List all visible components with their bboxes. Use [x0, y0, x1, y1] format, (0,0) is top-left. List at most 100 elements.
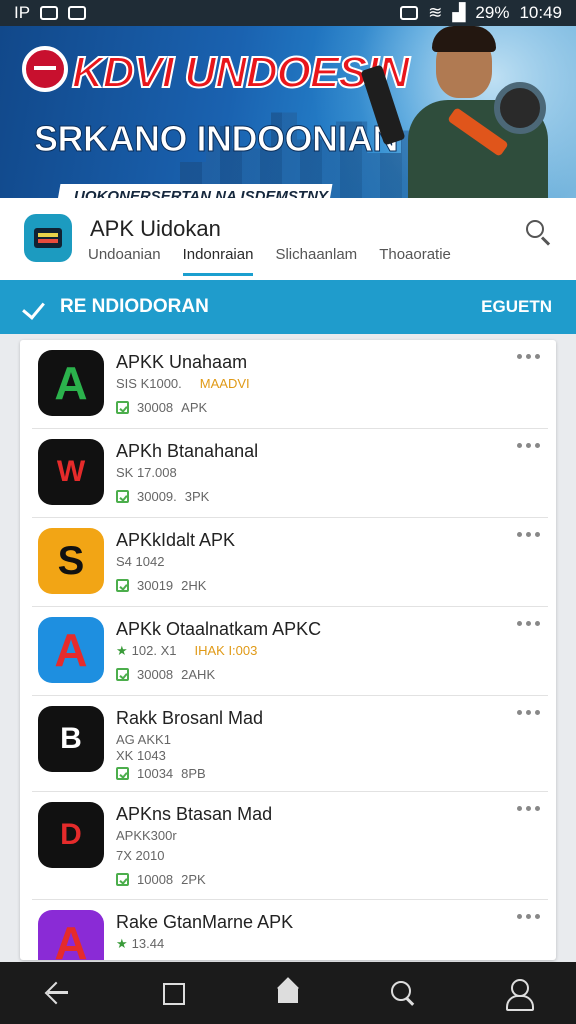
star-icon: ★ — [116, 643, 128, 658]
list-item[interactable]: A Rake GtanMarne APK ★ 13.44 — [32, 900, 548, 960]
app-meta: APKK300r — [116, 828, 177, 843]
download-count: 30008 — [137, 667, 174, 682]
download-icon — [116, 490, 129, 503]
section-action-button[interactable]: EGUETN — [481, 297, 552, 317]
section-header: RE NDIODORAN EGUETN — [0, 280, 576, 334]
home-icon[interactable] — [268, 973, 308, 1013]
download-count: 10034 — [137, 766, 174, 781]
app-tag: IHAK I:003 — [194, 643, 258, 658]
search-icon — [526, 220, 544, 238]
banner-strip-text: UOKONERSERTAN NA ISDEMSTNY — [74, 188, 328, 198]
recent-apps-icon[interactable] — [153, 973, 193, 1013]
user-icon[interactable] — [498, 973, 538, 1013]
app-meta-secondary: XK 1043 — [116, 748, 166, 763]
search-icon[interactable] — [383, 973, 423, 1013]
app-meta: AG AKK1 — [116, 732, 171, 747]
more-options-icon[interactable] — [517, 806, 540, 811]
status-bar: IP ≋ ▟ 29% 10:49 — [0, 0, 576, 26]
app-size: 2HK — [181, 578, 207, 593]
list-item[interactable]: B Rakk Brosanl Mad AG AKK1 XK 1043 10034… — [32, 696, 548, 792]
app-icon-glyph: S — [57, 538, 85, 583]
app-version: APKK300r — [116, 828, 177, 843]
more-options-icon[interactable] — [517, 532, 540, 537]
tab-indonraian[interactable]: Indonraian — [182, 246, 254, 276]
app-version: 102. X1 — [131, 643, 177, 658]
download-icon — [116, 579, 129, 592]
app-icon: B — [38, 706, 104, 772]
app-stats: 30019 2HK — [116, 578, 206, 593]
download-icon — [116, 767, 129, 780]
check-icon — [24, 296, 46, 318]
download-count: 30008 — [137, 400, 174, 415]
app-icon-glyph: A — [54, 624, 88, 676]
app-name: APKK Unahaam — [116, 352, 248, 372]
signal-icon: ▟ — [452, 3, 466, 22]
section-title: RE NDIODORAN — [60, 296, 209, 317]
promo-banner[interactable]: KDVI UNDOESIN SRKANO INDOONIAN UOKONERSE… — [0, 26, 576, 198]
app-meta: SIS K1000. MAADVI — [116, 376, 250, 391]
app-name: APKh Btanahanal — [116, 441, 259, 461]
clock: 10:49 — [519, 3, 562, 22]
app-stats: 10034 8PB — [116, 766, 206, 781]
app-icon: A — [38, 617, 104, 683]
app-meta: S4 1042 — [116, 554, 164, 569]
banner-logo-icon — [22, 46, 68, 92]
app-size: 2AHK — [181, 667, 216, 682]
more-options-icon[interactable] — [517, 710, 540, 715]
banner-title: KDVI UNDOESIN — [71, 47, 411, 98]
star-icon: ★ — [116, 936, 128, 951]
tab-slichaanlam[interactable]: Slichaanlam — [275, 246, 357, 276]
camera-device-icon — [494, 82, 546, 134]
battery-level: 29% — [475, 3, 510, 22]
app-name: Rake GtanMarne APK — [116, 912, 294, 932]
tab-thoaoratie[interactable]: Thoaoratie — [379, 246, 451, 276]
more-options-icon[interactable] — [517, 354, 540, 359]
app-version: AG AKK1 — [116, 732, 171, 747]
list-item[interactable]: A APKk Otaalnatkam APKC ★ 102. X1 IHAK I:0… — [32, 607, 548, 696]
app-icon-glyph: W — [56, 455, 86, 488]
app-icon-glyph: D — [60, 818, 82, 851]
app-name: Rakk Brosanl Mad — [116, 708, 264, 728]
app-icon-glyph: A — [54, 917, 88, 960]
sync-icon — [400, 6, 419, 20]
app-meta-secondary: 7X 2010 — [116, 848, 165, 863]
banner-subtitle: SRKANO INDOONIAN — [33, 118, 399, 160]
app-version: 13.44 — [131, 936, 165, 951]
app-icon-glyph: A — [54, 357, 88, 409]
list-item[interactable]: D APKns Btasan Mad APKK300r 7X 2010 1000… — [32, 792, 548, 900]
list-item[interactable]: S APKkIdalt APK S4 1042 30019 2HK — [32, 518, 548, 607]
app-list: A APKK Unahaam SIS K1000. MAADVI 30008 APK… — [20, 340, 556, 960]
more-options-icon[interactable] — [517, 914, 540, 919]
app-name: APKk Otaalnatkam APKC — [116, 619, 322, 639]
app-icon: A — [38, 910, 104, 960]
app-meta: ★ 102. X1 IHAK I:003 — [116, 643, 257, 659]
app-stats: 30008 2AHK — [116, 667, 215, 682]
notification-icon — [40, 6, 59, 20]
message-icon — [68, 6, 87, 20]
search-button[interactable] — [524, 218, 552, 246]
list-item[interactable]: W APKh Btanahanal SK 17.008 30009. 3PK — [32, 429, 548, 518]
app-version: SK 17.008 — [116, 465, 177, 480]
wifi-icon: ≋ — [428, 3, 443, 22]
download-icon — [116, 401, 129, 414]
carrier-label: IP — [14, 3, 31, 22]
list-item[interactable]: A APKK Unahaam SIS K1000. MAADVI 30008 APK — [32, 340, 548, 429]
app-stats: 30009. 3PK — [116, 489, 209, 504]
navigation-bar — [0, 962, 576, 1024]
app-stats: 30008 APK — [116, 400, 207, 415]
app-icon: S — [38, 528, 104, 594]
tab-undoanian[interactable]: Undoanian — [88, 246, 161, 276]
app-size: 2PK — [181, 872, 206, 887]
person-hair — [432, 26, 496, 52]
app-tag: MAADVI — [199, 376, 250, 391]
back-icon[interactable] — [38, 973, 78, 1013]
download-count: 30019 — [137, 578, 174, 593]
more-options-icon[interactable] — [517, 443, 540, 448]
download-count: 30009. — [137, 489, 177, 504]
more-options-icon[interactable] — [517, 621, 540, 626]
app-meta: SK 17.008 — [116, 465, 177, 480]
app-version: SIS K1000. — [116, 376, 182, 391]
app-icon-glyph: B — [60, 722, 82, 755]
search-icon-handle — [540, 236, 551, 246]
app-icon: W — [38, 439, 104, 505]
